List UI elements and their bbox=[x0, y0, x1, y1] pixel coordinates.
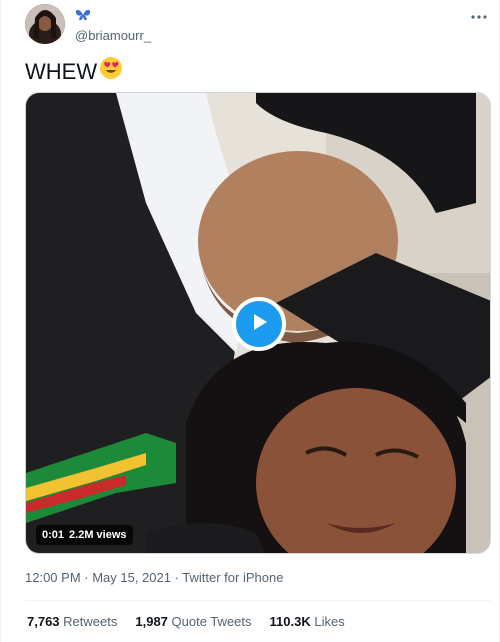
quote-tweets-label: Quote Tweets bbox=[171, 614, 252, 629]
tweet-stats: 7,763 Retweets 1,987 Quote Tweets 110.3K… bbox=[27, 614, 345, 629]
tweet-card: @briamourr_ WHEW 0:01 2.2M views 12:00 P… bbox=[0, 0, 500, 642]
display-name[interactable] bbox=[75, 8, 91, 25]
retweets-count: 7,763 bbox=[27, 614, 60, 629]
video-player[interactable]: 0:01 2.2M views bbox=[25, 92, 491, 554]
avatar[interactable] bbox=[25, 4, 65, 44]
tweet-header: @briamourr_ bbox=[25, 4, 495, 48]
likes-count: 110.3K bbox=[269, 614, 311, 629]
play-icon bbox=[248, 311, 270, 338]
likes-stat[interactable]: 110.3K Likes bbox=[270, 614, 345, 629]
likes-label: Likes bbox=[314, 614, 345, 629]
divider bbox=[25, 600, 491, 601]
heart-eyes-emoji-icon bbox=[99, 56, 123, 87]
tweet-text: WHEW bbox=[25, 56, 123, 87]
more-options-icon[interactable] bbox=[467, 10, 491, 24]
tweet-text-content: WHEW bbox=[25, 58, 98, 84]
tweet-timestamp[interactable]: 12:00 PM · May 15, 2021 · Twitter for iP… bbox=[25, 570, 283, 585]
quote-tweets-count: 1,987 bbox=[135, 614, 168, 629]
video-views: 2.2M views bbox=[69, 529, 127, 541]
retweets-label: Retweets bbox=[63, 614, 118, 629]
play-button[interactable] bbox=[232, 297, 286, 351]
video-time: 0:01 bbox=[42, 529, 65, 541]
user-handle[interactable]: @briamourr_ bbox=[75, 28, 151, 43]
video-info-badge: 0:01 2.2M views bbox=[36, 525, 133, 545]
butterfly-icon bbox=[75, 9, 91, 25]
quote-tweets-stat[interactable]: 1,987 Quote Tweets bbox=[135, 614, 251, 629]
retweets-stat[interactable]: 7,763 Retweets bbox=[27, 614, 117, 629]
